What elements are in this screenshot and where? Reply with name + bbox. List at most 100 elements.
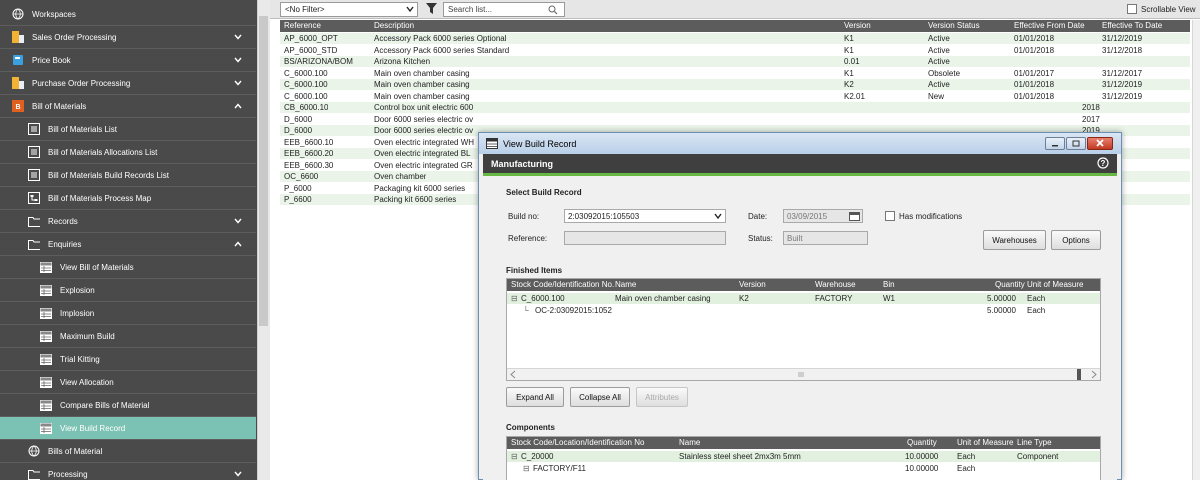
table-cell: Accessory Pack 6000 series Standard <box>374 45 510 55</box>
sidebar-item-bill-of-materials-list[interactable]: Bill of Materials List <box>0 118 256 141</box>
sidebar-item-maximum-build[interactable]: Maximum Build <box>0 325 256 348</box>
finished-items-hscroll[interactable] <box>507 368 1100 380</box>
status-value: Built <box>787 233 803 243</box>
maximize-button[interactable] <box>1066 137 1086 150</box>
select-build-record-title: Select Build Record <box>506 188 582 197</box>
collapse-node-icon[interactable]: ⊟ <box>511 294 518 303</box>
chevron-down-icon[interactable] <box>234 217 242 226</box>
filter-select[interactable]: <No Filter> <box>280 2 418 17</box>
grid-scrollbar[interactable] <box>1192 20 1200 480</box>
sidebar-item-sales-order-processing[interactable]: Sales Order Processing <box>0 26 256 49</box>
sidebar-item-explosion[interactable]: Explosion <box>0 279 256 302</box>
sidebar-item-bill-of-materials[interactable]: B Bill of Materials <box>0 95 256 118</box>
options-button[interactable]: Options <box>1051 230 1101 250</box>
components-column-header[interactable]: Line Type <box>1017 438 1052 447</box>
close-button[interactable] <box>1087 137 1113 150</box>
table-row[interactable]: AP_6000_OPT Accessory Pack 6000 series Op… <box>280 33 1190 44</box>
components-column-header[interactable]: Name <box>679 438 700 447</box>
warehouses-button[interactable]: Warehouses <box>983 230 1046 250</box>
sidebar-item-purchase-order-processing[interactable]: Purchase Order Processing <box>0 72 256 95</box>
sidebar-item-view-bill-of-materials[interactable]: View Bill of Materials <box>0 256 256 279</box>
sidebar-item-records[interactable]: Records <box>0 210 256 233</box>
build-no-select[interactable]: 2:03092015:105503 <box>564 209 726 223</box>
sidebar-item-price-book[interactable]: Price Book <box>0 49 256 72</box>
status-field[interactable]: Built <box>783 231 868 245</box>
dialog-titlebar[interactable]: View Build Record <box>479 133 1121 154</box>
minimize-button[interactable] <box>1045 137 1065 150</box>
sidebar-item-enquiries[interactable]: Enquiries <box>0 233 256 256</box>
sidebar-scrollbar-thumb[interactable] <box>259 16 268 326</box>
sidebar-item-label: Price Book <box>32 55 71 65</box>
chevron-right-icon[interactable] <box>1091 370 1097 381</box>
sidebar-item-bill-of-materials-process-map[interactable]: Bill of Materials Process Map <box>0 187 256 210</box>
date-field[interactable]: 03/09/2015 <box>783 209 863 223</box>
sidebar-item-compare-bills-of-material[interactable]: Compare Bills of Material <box>0 394 256 417</box>
has-modifications-checkbox[interactable] <box>885 211 895 221</box>
table-row[interactable]: AP_6000_STD Accessory Pack 6000 series St… <box>280 45 1190 56</box>
chevron-up-icon[interactable] <box>234 102 242 111</box>
calendar-icon[interactable] <box>849 211 860 223</box>
search-placeholder: Search list... <box>448 5 493 14</box>
sidebar-item-processing[interactable]: Processing <box>0 463 256 480</box>
components-column-header[interactable]: Quantity <box>907 438 937 447</box>
table-row[interactable]: ⊟ C_6000.100 Main oven chamber casing K2 FAC… <box>507 293 1100 304</box>
table-row[interactable]: ⊟ FACTORY/F11 10.00000 Each <box>507 463 1100 474</box>
grid-column-header[interactable]: Effective To Date <box>1102 21 1162 30</box>
components-column-header[interactable]: Stock Code/Location/Identification No <box>511 438 644 447</box>
bom-icon: B <box>12 100 24 112</box>
chevron-down-icon[interactable] <box>234 79 242 88</box>
search-input[interactable]: Search list... <box>443 2 565 17</box>
table-row[interactable]: ⊟ C_20000 Stainless steel sheet 2mx3m 5mm 1… <box>507 451 1100 462</box>
map-icon <box>28 192 40 204</box>
sidebar-item-label: Workspaces <box>32 9 76 19</box>
table-row[interactable]: CB_6000.10 Control box unit electric 600 2… <box>280 102 1190 113</box>
chevron-down-icon[interactable] <box>234 470 242 479</box>
grid-column-header[interactable]: Description <box>374 21 414 30</box>
components-column-header[interactable]: Unit of Measure <box>957 438 1013 447</box>
collapse-node-icon[interactable]: ⊟ <box>511 452 518 461</box>
table-row[interactable]: C_6000.100 Main oven chamber casing K1 Obso… <box>280 68 1190 79</box>
chevron-up-icon[interactable] <box>234 240 242 249</box>
sidebar-item-bill-of-materials-allocations-list[interactable]: Bill of Materials Allocations List <box>0 141 256 164</box>
table-row[interactable]: C_6000.100 Main oven chamber casing K2.01 N… <box>280 91 1190 102</box>
expand-all-button[interactable]: Expand All <box>506 387 564 407</box>
attributes-button[interactable]: Attributes <box>636 387 688 407</box>
sidebar-item-trial-kitting[interactable]: Trial Kitting <box>0 348 256 371</box>
grid-column-header[interactable]: Version <box>844 21 871 30</box>
table-cell: EEB_6600.30 <box>284 160 334 170</box>
finished-column-header[interactable]: Bin <box>883 280 895 289</box>
finished-column-header[interactable]: Name <box>615 280 636 289</box>
finished-column-header[interactable]: Stock Code/Identification No. <box>511 280 614 289</box>
sidebar-item-view-build-record[interactable]: View Build Record <box>0 417 256 440</box>
table-row[interactable]: BS/ARIZONA/BOM Arizona Kitchen 0.01 Active <box>280 56 1190 67</box>
grid-column-header[interactable]: Reference <box>284 21 321 30</box>
finished-column-header[interactable]: Quantity <box>995 280 1025 289</box>
table-cell: Stainless steel sheet 2mx3m 5mm <box>679 452 801 461</box>
finished-column-header[interactable]: Unit of Measure <box>1027 280 1083 289</box>
chevron-down-icon[interactable] <box>234 33 242 42</box>
grid-icon <box>40 307 52 319</box>
sidebar-item-implosion[interactable]: Implosion <box>0 302 256 325</box>
scrollable-view-checkbox[interactable] <box>1127 4 1137 14</box>
sidebar-item-bill-of-materials-build-records-list[interactable]: Bill of Materials Build Records List <box>0 164 256 187</box>
grid-icon <box>40 261 52 273</box>
finished-column-header[interactable]: Warehouse <box>815 280 856 289</box>
finished-column-header[interactable]: Version <box>739 280 766 289</box>
chevron-left-icon[interactable] <box>510 370 516 381</box>
filter-icon[interactable] <box>426 3 437 17</box>
scroll-thumb[interactable] <box>1077 369 1081 380</box>
sidebar-item-bills-of-material[interactable]: Bills of Material <box>0 440 256 463</box>
reference-field[interactable] <box>564 231 726 245</box>
grid-column-header[interactable]: Version Status <box>928 21 980 30</box>
grid-column-header[interactable]: Effective From Date <box>1014 21 1085 30</box>
table-cell: Main oven chamber casing <box>374 68 470 78</box>
help-icon[interactable]: ? <box>1097 157 1109 171</box>
chevron-down-icon[interactable] <box>234 56 242 65</box>
table-row[interactable]: └ OC-2:03092015:1052 5.00000 Each <box>507 305 1100 316</box>
table-row[interactable]: C_6000.100 Main oven chamber casing K2 Acti… <box>280 79 1190 90</box>
collapse-node-icon[interactable]: ⊟ <box>523 464 530 473</box>
sidebar-item-view-allocation[interactable]: View Allocation <box>0 371 256 394</box>
collapse-all-button[interactable]: Collapse All <box>570 387 630 407</box>
sidebar-item-workspaces[interactable]: Workspaces <box>0 3 256 26</box>
table-row[interactable]: D_6000 Door 6000 series electric ov 2017 <box>280 114 1190 125</box>
